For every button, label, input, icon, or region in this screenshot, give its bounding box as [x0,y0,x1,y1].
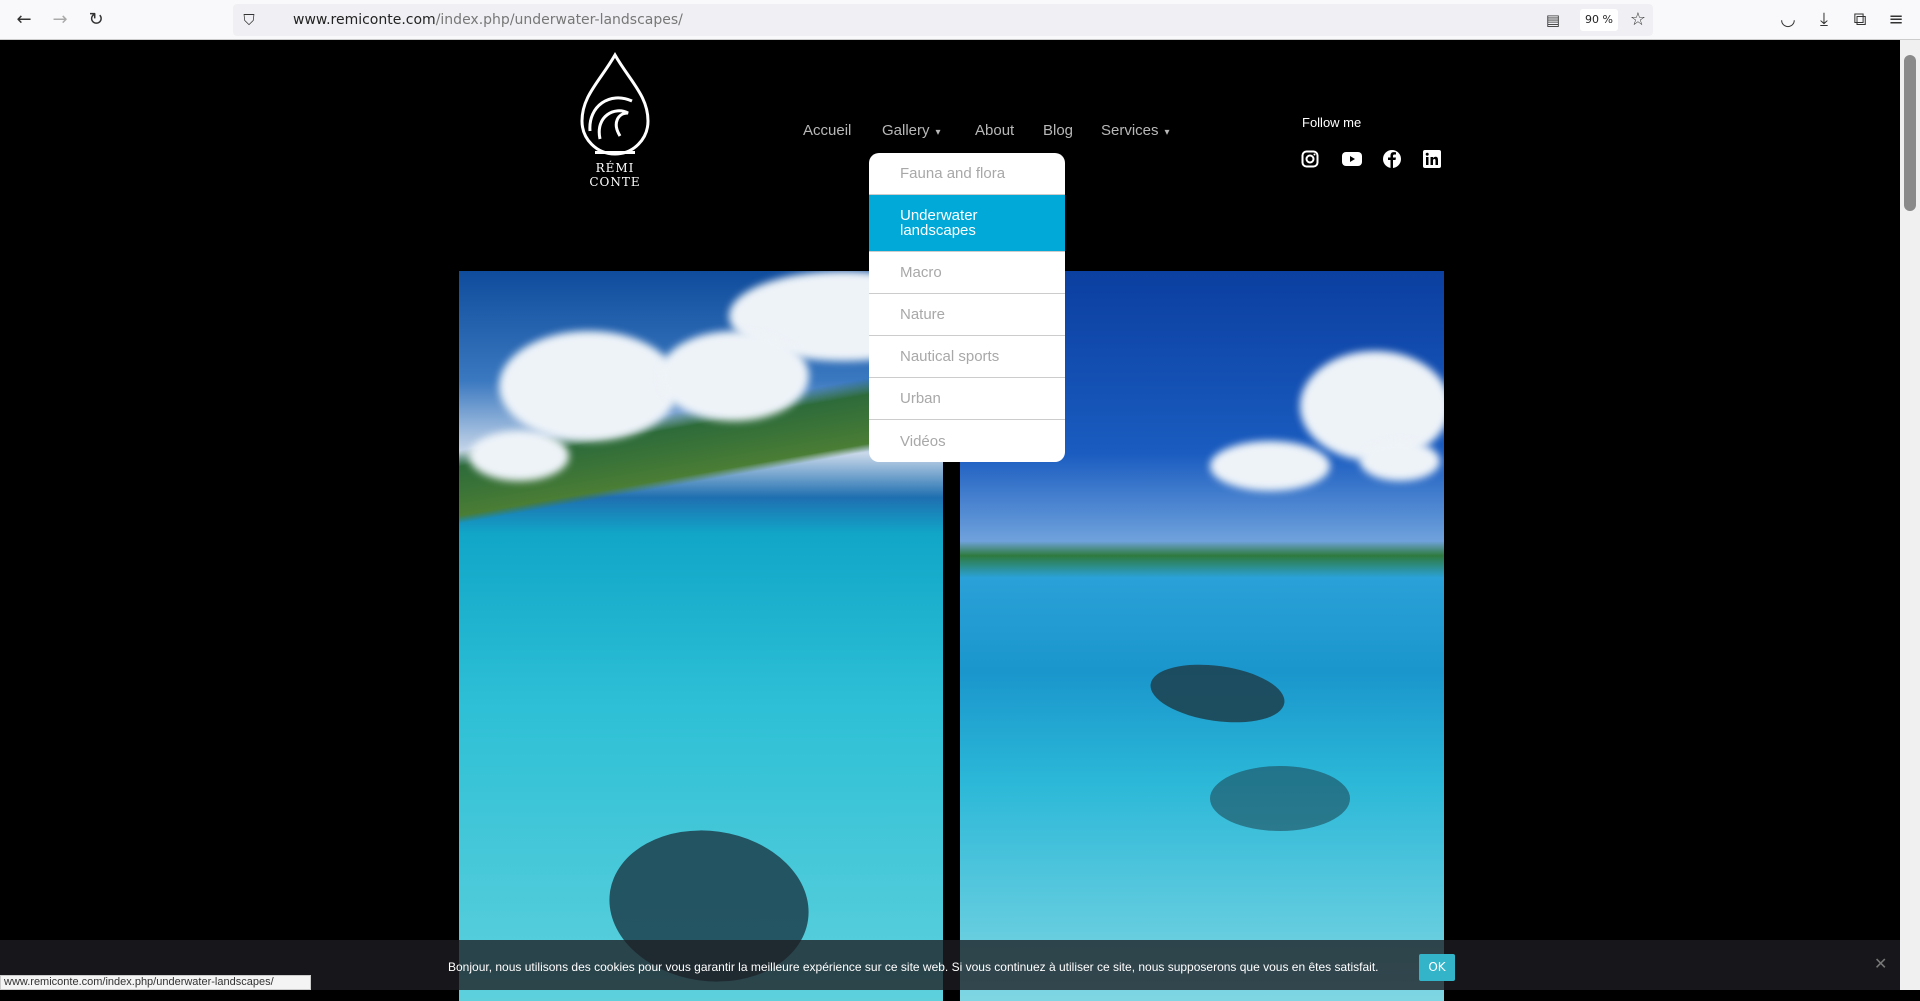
download-icon[interactable]: ⤓ [1812,8,1836,32]
menu-item-fauna-and-flora[interactable]: Fauna and flora [869,153,1065,195]
status-bar-url: www.remiconte.com/index.php/underwater-l… [0,975,311,990]
nav-services[interactable]: Services ▾ [1101,122,1170,139]
menu-item-macro[interactable]: Macro [869,252,1065,294]
page: RÉMI CONTE Accueil Gallery ▾ About Blog S… [0,40,1900,1001]
water-drop-logo-icon [580,51,650,156]
address-bar[interactable]: ⛉ www.remiconte.com/index.php/underwater… [233,4,1653,36]
facebook-icon[interactable] [1383,150,1401,168]
reload-icon[interactable]: ↻ [84,8,108,32]
menu-item-videos[interactable]: Vidéos [869,420,1065,462]
instagram-icon[interactable] [1301,150,1319,168]
follow-me-label: Follow me [1302,115,1362,130]
pocket-icon[interactable]: ◡ [1776,8,1800,32]
menu-item-nautical-sports[interactable]: Nautical sports [869,336,1065,378]
shield-icon[interactable]: ⛉ [237,8,261,32]
url-path: /index.php/underwater-landscapes/ [435,12,683,28]
nav-blog[interactable]: Blog [1043,122,1073,139]
linkedin-icon[interactable] [1423,150,1441,168]
nav-about[interactable]: About [975,122,1014,139]
chevron-down-icon: ▾ [1164,127,1170,138]
browser-toolbar: ← → ↻ ⛉ www.remiconte.com/index.php/unde… [0,0,1920,40]
chevron-down-icon: ▾ [935,127,941,138]
reader-view-icon[interactable]: ▤ [1541,8,1565,32]
extensions-icon[interactable]: ⧉ [1848,8,1872,32]
menu-icon[interactable]: ≡ [1884,8,1908,32]
close-icon[interactable]: ✕ [1874,954,1887,973]
scrollbar-thumb[interactable] [1904,55,1916,211]
forward-icon[interactable]: → [48,8,72,32]
menu-item-nature[interactable]: Nature [869,294,1065,336]
menu-item-underwater-landscapes[interactable]: Underwater landscapes [869,195,1065,252]
logo-text: RÉMI CONTE [589,161,641,189]
nav-accueil[interactable]: Accueil [803,122,851,139]
menu-item-urban[interactable]: Urban [869,378,1065,420]
zoom-level[interactable]: 90 % [1580,9,1618,31]
nav-gallery[interactable]: Gallery ▾ [882,122,941,139]
youtube-icon[interactable] [1342,150,1362,168]
cookie-message: Bonjour, nous utilisons des cookies pour… [448,960,1379,974]
back-icon[interactable]: ← [12,8,36,32]
gallery-dropdown-menu: Fauna and flora Underwater landscapes Ma… [869,153,1065,462]
url-text[interactable]: www.remiconte.com/index.php/underwater-l… [293,12,683,28]
bookmark-star-icon[interactable]: ☆ [1626,8,1650,32]
cookie-ok-button[interactable]: OK [1419,954,1455,981]
url-host: www.remiconte.com [293,12,436,28]
page-scrollbar[interactable] [1900,40,1920,990]
site-logo[interactable]: RÉMI CONTE [570,51,660,189]
